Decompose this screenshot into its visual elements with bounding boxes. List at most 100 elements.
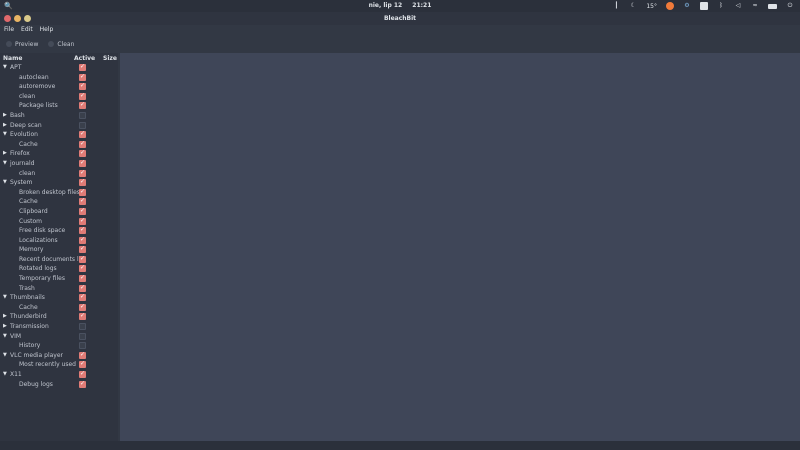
tree-row[interactable]: Cache: [0, 303, 118, 313]
active-checkbox[interactable]: [79, 101, 86, 110]
active-checkbox[interactable]: [79, 188, 86, 196]
tree-row[interactable]: Memory: [0, 245, 118, 255]
active-checkbox[interactable]: [79, 342, 86, 350]
active-checkbox[interactable]: [79, 351, 86, 359]
active-checkbox[interactable]: [79, 111, 86, 119]
tree-row[interactable]: ▼ journald: [0, 159, 118, 169]
expand-arrow-down-icon[interactable]: ▼: [3, 131, 7, 137]
tree-row[interactable]: autoclean: [0, 73, 118, 83]
tree-row[interactable]: ▼ APT: [0, 63, 118, 73]
active-checkbox[interactable]: [79, 73, 86, 81]
tree-row[interactable]: ▶ Transmission: [0, 322, 118, 332]
menu-help[interactable]: Help: [40, 26, 54, 36]
expand-arrow-down-icon[interactable]: ▼: [3, 352, 7, 358]
active-checkbox[interactable]: [79, 82, 86, 91]
active-checkbox[interactable]: [79, 370, 86, 378]
tree-row[interactable]: ▶ Thunderbird: [0, 312, 118, 322]
tree-row[interactable]: Package lists: [0, 101, 118, 111]
update-icon[interactable]: [666, 2, 674, 10]
tree-row[interactable]: ▶ Deep scan: [0, 121, 118, 131]
menu-edit[interactable]: Edit: [21, 26, 33, 36]
expand-arrow-right-icon[interactable]: ▶: [3, 112, 7, 118]
active-checkbox[interactable]: [79, 255, 86, 263]
expand-arrow-down-icon[interactable]: ▼: [3, 294, 7, 300]
tree-row[interactable]: ▼ Thumbnails: [0, 293, 118, 303]
active-checkbox[interactable]: [79, 207, 86, 215]
active-checkbox[interactable]: [79, 303, 86, 311]
tree-row[interactable]: ▶ Bash: [0, 111, 118, 121]
tree-row[interactable]: Cache: [0, 140, 118, 150]
active-checkbox[interactable]: [79, 178, 86, 187]
active-checkbox[interactable]: [79, 380, 86, 388]
active-checkbox[interactable]: [79, 140, 86, 148]
tree-row[interactable]: Recent documents list: [0, 255, 118, 265]
title-bar[interactable]: BleachBit: [0, 12, 800, 25]
active-checkbox[interactable]: [79, 245, 86, 254]
volume-icon[interactable]: ◁: [734, 2, 742, 10]
tree-row[interactable]: Broken desktop files: [0, 188, 118, 198]
tree-row[interactable]: History: [0, 341, 118, 351]
expand-arrow-down-icon[interactable]: ▼: [3, 333, 7, 339]
tree-row[interactable]: ▼ Evolution: [0, 130, 118, 140]
expand-arrow-down-icon[interactable]: ▼: [3, 371, 7, 377]
tree-row[interactable]: ▼ X11: [0, 370, 118, 380]
active-checkbox[interactable]: [79, 217, 86, 225]
tree-row[interactable]: Clipboard: [0, 207, 118, 217]
menu-file[interactable]: File: [4, 26, 14, 36]
tree-row[interactable]: Free disk space: [0, 226, 118, 236]
tree-row[interactable]: Temporary files: [0, 274, 118, 284]
active-checkbox[interactable]: [79, 121, 86, 129]
tree-row[interactable]: autoremove: [0, 82, 118, 92]
column-header-name[interactable]: Name: [3, 55, 22, 62]
tree-row[interactable]: ▶ Firefox: [0, 149, 118, 159]
expand-arrow-down-icon[interactable]: ▼: [3, 179, 7, 185]
active-checkbox[interactable]: [79, 63, 86, 71]
tree-row[interactable]: ▼ VLC media player: [0, 351, 118, 361]
tree-row[interactable]: Debug logs: [0, 380, 118, 390]
active-checkbox[interactable]: [79, 92, 86, 100]
active-checkbox[interactable]: [79, 149, 86, 158]
active-checkbox[interactable]: [79, 197, 86, 206]
active-checkbox[interactable]: [79, 332, 86, 340]
active-checkbox[interactable]: [79, 284, 86, 292]
active-checkbox[interactable]: [79, 360, 86, 369]
battery-icon[interactable]: [768, 3, 777, 9]
tree-row[interactable]: Trash: [0, 284, 118, 294]
power-icon[interactable]: ⏻: [786, 2, 794, 10]
expand-arrow-right-icon[interactable]: ▶: [3, 150, 7, 156]
tree-row[interactable]: Localizations: [0, 236, 118, 246]
tree-row[interactable]: ▼ System: [0, 178, 118, 188]
tree-row[interactable]: ▼ VIM: [0, 332, 118, 342]
active-checkbox[interactable]: [79, 159, 86, 167]
tree-row[interactable]: Most recently used: [0, 360, 118, 370]
expand-arrow-down-icon[interactable]: ▼: [3, 160, 7, 166]
expand-arrow-down-icon[interactable]: ▼: [3, 64, 7, 70]
active-checkbox[interactable]: [79, 226, 86, 235]
settings-icon[interactable]: ⚙: [683, 2, 691, 10]
preview-button[interactable]: Preview: [6, 41, 38, 48]
active-checkbox[interactable]: [79, 274, 86, 283]
tree-row[interactable]: Rotated logs: [0, 264, 118, 274]
notification-icon[interactable]: ┃: [612, 2, 620, 10]
tree-row[interactable]: clean: [0, 169, 118, 179]
tree-row[interactable]: clean: [0, 92, 118, 102]
clean-button[interactable]: Clean: [48, 41, 74, 48]
active-checkbox[interactable]: [79, 236, 86, 244]
moon-icon[interactable]: ☾: [629, 2, 637, 10]
active-checkbox[interactable]: [79, 312, 86, 321]
expand-arrow-right-icon[interactable]: ▶: [3, 313, 7, 319]
wifi-icon[interactable]: ≈: [751, 2, 759, 10]
active-checkbox[interactable]: [79, 293, 86, 302]
column-header-size[interactable]: Size: [103, 55, 117, 62]
active-checkbox[interactable]: [79, 323, 86, 331]
expand-arrow-right-icon[interactable]: ▶: [3, 323, 7, 329]
expand-arrow-right-icon[interactable]: ▶: [3, 122, 7, 128]
active-checkbox[interactable]: [79, 264, 86, 273]
active-checkbox[interactable]: [79, 169, 86, 177]
weather-label[interactable]: 15°: [646, 3, 657, 10]
bluetooth-icon[interactable]: ᛒ: [717, 2, 725, 10]
tree-row[interactable]: Custom: [0, 217, 118, 227]
active-checkbox[interactable]: [79, 130, 86, 139]
column-header-active[interactable]: Active: [74, 55, 95, 62]
keyboard-icon[interactable]: [700, 2, 708, 10]
